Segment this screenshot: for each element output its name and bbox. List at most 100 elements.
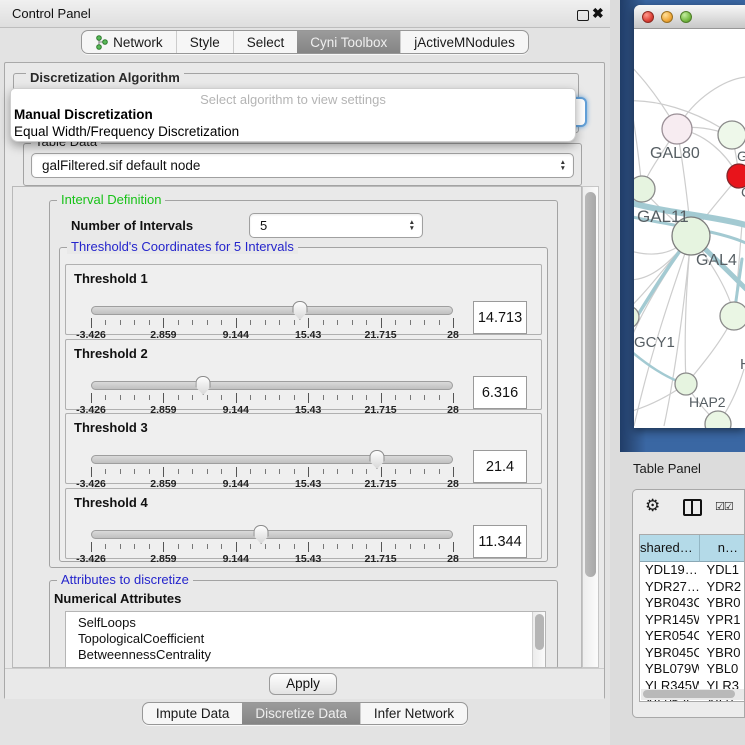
node-gal80 (662, 114, 692, 144)
table-row[interactable]: YDR27…YDR2 (640, 579, 745, 596)
num-intervals-combo[interactable]: 5 ▲▼ (249, 213, 423, 238)
tab-select[interactable]: Select (233, 31, 298, 53)
threshold-1-panel: Threshold 1 -3.4262.8599.14415.4321.7152… (65, 264, 542, 335)
threshold-3-value[interactable]: 21.4 (473, 450, 527, 483)
slider-track[interactable] (91, 381, 453, 390)
dropdown-option-manual-discretization[interactable]: Manual Discretization (11, 106, 575, 123)
close-traffic-icon[interactable] (642, 11, 654, 23)
threshold-label: Threshold 3 (74, 420, 148, 435)
apply-button[interactable]: Apply (269, 673, 337, 695)
settings-vertical-scrollbar[interactable] (582, 186, 599, 668)
scrollbar-thumb[interactable] (643, 690, 735, 698)
interval-definition-title: Interval Definition (57, 193, 165, 207)
split-columns-icon[interactable] (683, 499, 702, 516)
table-row[interactable]: YPR145WYPR1 (640, 612, 745, 629)
tab-label: Infer Network (374, 706, 454, 721)
node-label-gal80: GAL80 (650, 145, 700, 162)
node-label-partial-top: GA (737, 148, 745, 164)
dropdown-option-equal-width[interactable]: Equal Width/Frequency Discretization (11, 123, 575, 140)
slider-track[interactable] (91, 455, 453, 464)
column-header-name[interactable]: n… (700, 535, 745, 562)
node-label-gal4: GAL4 (696, 252, 737, 269)
tab-impute-data[interactable]: Impute Data (143, 703, 243, 724)
scrollbar-thumb[interactable] (585, 192, 596, 577)
slider-ticks (91, 318, 453, 329)
control-panel-titlebar: Control Panel ✖ (0, 0, 610, 28)
node-hap2 (675, 373, 697, 395)
threshold-2-panel: Threshold 2 -3.4262.8599.14415.4321.7152… (65, 339, 542, 410)
tab-label: Cyni Toolbox (310, 35, 387, 50)
table-header: shared… n… (640, 535, 745, 562)
tab-cyni-toolbox[interactable]: Cyni Toolbox (297, 31, 400, 53)
threshold-1-slider[interactable]: -3.4262.8599.14415.4321.71528 (91, 303, 453, 339)
node-label-partial-mid: C (741, 184, 745, 200)
threshold-4-slider[interactable]: -3.4262.8599.14415.4321.71528 (91, 527, 453, 563)
combo-stepper-icon: ▲▼ (409, 214, 415, 237)
slider-track[interactable] (91, 530, 453, 539)
network-window-titlebar (634, 5, 745, 29)
top-tabbar: Network Style Select Cyni Toolbox jActiv… (0, 30, 610, 55)
numerical-attributes-list[interactable]: SelfLoopsTopologicalCoefficientBetweenne… (65, 611, 546, 668)
tab-label: Style (190, 35, 220, 50)
group-title: Discretization Algorithm (26, 71, 184, 85)
table-panel-title: Table Panel (633, 461, 701, 476)
float-window-icon[interactable] (577, 10, 589, 21)
table-row[interactable]: YER054CYER0 (640, 628, 745, 645)
table-row[interactable]: YBR043CYBR0 (640, 595, 745, 612)
threshold-2-value[interactable]: 6.316 (473, 376, 527, 409)
node-label-gcy1: GCY1 (634, 334, 675, 351)
node-gal11 (634, 176, 655, 202)
tab-label: Select (247, 35, 285, 50)
attribute-item[interactable]: TopologicalCoefficient (66, 631, 545, 647)
table-row[interactable]: YDL19…YDL1 (640, 562, 745, 579)
attribute-item[interactable]: SelfLoops (66, 615, 545, 631)
close-icon[interactable]: ✖ (592, 5, 604, 22)
combo-stepper-icon: ▲▼ (560, 154, 566, 177)
threshold-label: Threshold 4 (74, 495, 148, 510)
dropdown-placeholder: Select algorithm to view settings (11, 89, 575, 106)
node-right-top (718, 121, 745, 149)
table-data-combo[interactable]: galFiltered.sif default node ▲▼ (31, 153, 574, 178)
bottom-tabbar: Impute Data Discretize Data Infer Networ… (0, 702, 610, 725)
control-panel: Control Panel ✖ Network Style (0, 0, 610, 745)
minimize-traffic-icon[interactable] (661, 11, 673, 23)
numerical-attributes-label: Numerical Attributes (54, 591, 181, 606)
tab-label: Network (113, 35, 163, 50)
threshold-2-slider[interactable]: -3.4262.8599.14415.4321.71528 (91, 378, 453, 414)
attribute-item[interactable]: BetweennessCentrality (66, 647, 545, 663)
algorithm-dropdown-popup: Select algorithm to view settings Manual… (10, 88, 576, 142)
threshold-3-slider[interactable]: -3.4262.8599.14415.4321.71528 (91, 452, 453, 488)
tab-jactivemnodules[interactable]: jActiveMNodules (400, 31, 528, 53)
threshold-4-value[interactable]: 11.344 (473, 525, 527, 558)
network-view-window: GAL80 GA GAL11 C GAL4 GCY1 H HAP2 (634, 5, 745, 428)
panel-footer: Apply (5, 668, 604, 699)
network-canvas[interactable]: GAL80 GA GAL11 C GAL4 GCY1 H HAP2 (634, 29, 745, 428)
node-label-gal11: GAL11 (637, 207, 689, 226)
node-attribute-table[interactable]: shared… n… YDL19…YDL1YDR27…YDR2YBR043CYB… (639, 534, 745, 702)
threshold-1-value[interactable]: 14.713 (473, 301, 527, 334)
node-label-partial-low: H (740, 356, 745, 373)
node-gcy1 (634, 306, 639, 328)
cyni-toolbox-panel: Discretization Algorithm Table Data galF… (4, 62, 605, 699)
tab-infer-network[interactable]: Infer Network (360, 703, 467, 724)
gear-icon[interactable]: ⚙ (645, 496, 660, 516)
tab-network[interactable]: Network (82, 31, 176, 53)
slider-track[interactable] (91, 306, 453, 315)
table-row[interactable]: YBL079WYBL0 (640, 661, 745, 678)
table-horizontal-scrollbar[interactable] (641, 689, 745, 700)
screen: Control Panel ✖ Network Style (0, 0, 745, 745)
top-tabs: Network Style Select Cyni Toolbox jActiv… (81, 30, 529, 54)
attributes-list-scrollbar[interactable] (532, 612, 545, 667)
num-intervals-label: Number of Intervals (71, 218, 193, 233)
attributes-group-title: Attributes to discretize (57, 573, 193, 587)
table-row[interactable]: YBR045CYBR0 (640, 645, 745, 662)
tab-discretize-data[interactable]: Discretize Data (242, 703, 360, 724)
zoom-traffic-icon[interactable] (680, 11, 692, 23)
table-data-combo-value: galFiltered.sif default node (42, 158, 200, 173)
tab-label: Impute Data (156, 706, 230, 721)
tab-style[interactable]: Style (176, 31, 233, 53)
network-icon (95, 35, 108, 50)
table-panel-window: ⚙ ☑☑ shared… n… YDL19…YDL1YDR27…YDR2YBR0… (632, 489, 745, 718)
select-columns-icon[interactable]: ☑☑ (715, 500, 733, 513)
column-header-shared-name[interactable]: shared… (640, 535, 700, 562)
